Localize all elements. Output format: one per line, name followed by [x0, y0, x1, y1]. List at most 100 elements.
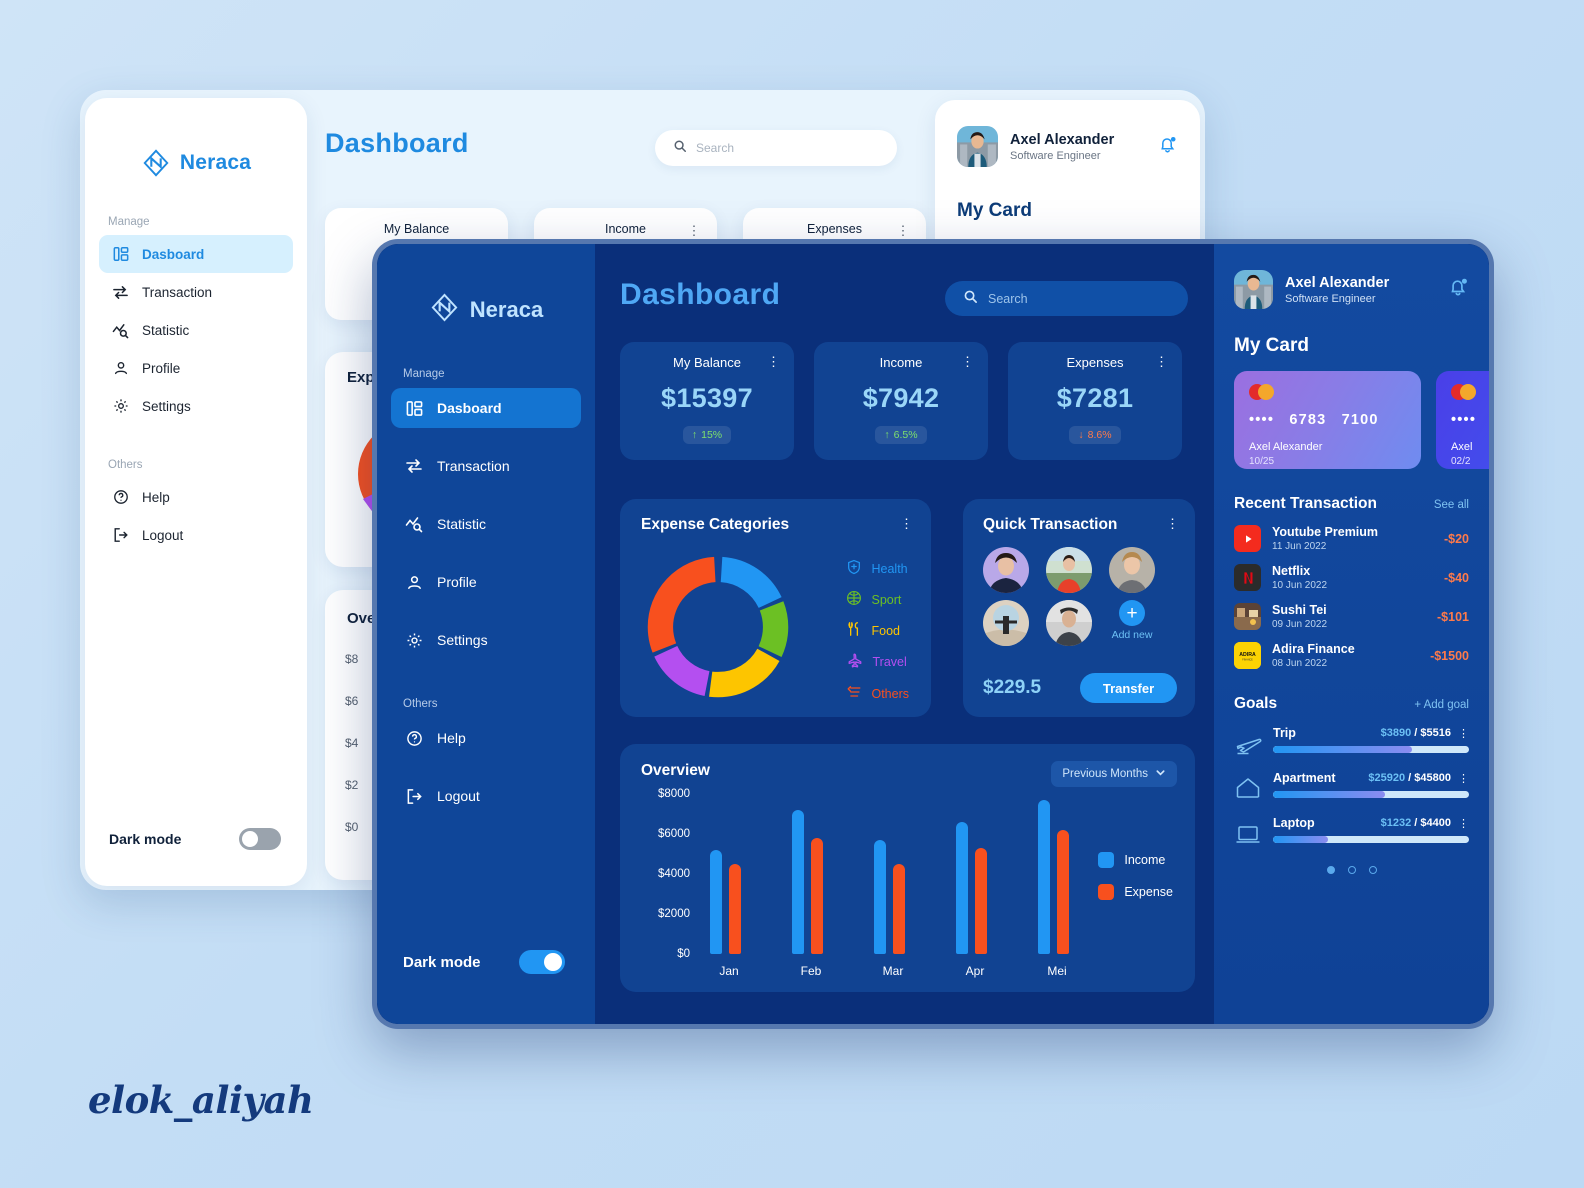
- sidebar-item-dashboard[interactable]: Dasboard: [99, 235, 293, 273]
- kebab-menu-icon[interactable]: ⋮: [961, 355, 974, 368]
- sidebar-item-help[interactable]: Help: [391, 718, 581, 758]
- dark-mode-label: Dark mode: [109, 831, 182, 847]
- dark-mode-label: Dark mode: [403, 953, 481, 971]
- kebab-menu-icon[interactable]: ⋮: [1458, 727, 1469, 740]
- kebab-menu-icon[interactable]: ⋮: [1166, 517, 1179, 530]
- search-input[interactable]: Search: [945, 281, 1188, 316]
- app-logo-text: Neraca: [469, 297, 544, 322]
- transaction-row[interactable]: Sushi Tei 09 Jun 2022 -$101: [1234, 603, 1469, 630]
- stat-card-delta: 6.5%: [893, 429, 918, 441]
- stat-card-my-balance[interactable]: ⋮ My Balance $15397 ↑ 15%: [620, 342, 794, 460]
- kebab-menu-icon[interactable]: ⋮: [900, 517, 913, 530]
- goal-row[interactable]: Laptop $1232 / $4400 ⋮: [1234, 816, 1469, 848]
- kebab-menu-icon[interactable]: ⋮: [1458, 772, 1469, 785]
- add-goal-button[interactable]: + Add goal: [1414, 699, 1469, 711]
- light-sidebar: Neraca Manage Dasboard Transaction Stati…: [85, 98, 307, 886]
- credit-card[interactable]: •••• Axel 02/2: [1436, 371, 1489, 469]
- bar-income[interactable]: [874, 840, 886, 954]
- kebab-menu-icon[interactable]: ⋮: [688, 223, 702, 239]
- sidebar-item-label: Profile: [142, 360, 181, 376]
- bar-income[interactable]: [710, 850, 722, 954]
- card-carousel[interactable]: •••• 6783 7100 Axel Alexander 10/25 ••••…: [1234, 371, 1489, 469]
- add-new-label: Add new: [1111, 629, 1153, 641]
- legend-item-others[interactable]: Others: [846, 684, 909, 703]
- carousel-dot[interactable]: [1368, 866, 1377, 874]
- bar-expense[interactable]: [975, 848, 987, 954]
- contact-avatar[interactable]: [983, 600, 1029, 646]
- axis-tick-label: $8: [345, 652, 359, 666]
- transaction-row[interactable]: Netflix 10 Jun 2022 -$40: [1234, 564, 1469, 591]
- legend-item-sport[interactable]: Sport: [846, 590, 909, 609]
- goal-amounts: $3890 / $5516: [1380, 727, 1451, 739]
- add-new-contact-button[interactable]: + Add new: [1109, 600, 1155, 646]
- card-number-group2: 7100: [1341, 412, 1379, 428]
- bar-income[interactable]: [1038, 800, 1050, 954]
- goal-name: Trip: [1273, 726, 1296, 740]
- dark-nav-others-label: Others: [403, 698, 438, 710]
- shield-plus-icon: [846, 559, 862, 578]
- notification-bell-icon[interactable]: [1447, 276, 1469, 303]
- adira-icon: ADIRA FINANCE: [1234, 642, 1261, 669]
- recent-transaction-header: Recent Transaction See all: [1234, 495, 1469, 513]
- sidebar-item-label: Settings: [142, 398, 191, 414]
- bar-expense[interactable]: [811, 838, 823, 954]
- avatar[interactable]: [1234, 270, 1273, 309]
- goal-row[interactable]: Trip $3890 / $5516 ⋮: [1234, 726, 1469, 758]
- panel-title: Quick Transaction: [983, 516, 1118, 533]
- expense-donut-chart: [647, 556, 789, 698]
- contact-avatar[interactable]: [1109, 547, 1155, 593]
- bar-expense[interactable]: [1057, 830, 1069, 954]
- notification-bell-icon[interactable]: [1157, 134, 1178, 160]
- sidebar-item-profile[interactable]: Profile: [391, 562, 581, 602]
- kebab-menu-icon[interactable]: ⋮: [767, 355, 780, 368]
- sidebar-item-settings[interactable]: Settings: [391, 620, 581, 660]
- sidebar-item-settings[interactable]: Settings: [99, 387, 293, 425]
- sidebar-item-transaction[interactable]: Transaction: [391, 446, 581, 486]
- sidebar-item-help[interactable]: Help: [99, 478, 293, 516]
- stat-card-expenses[interactable]: ⋮ Expenses $7281 ↓ 8.6%: [1008, 342, 1182, 460]
- stat-card-income[interactable]: ⋮ Income $7942 ↑ 6.5%: [814, 342, 988, 460]
- legend-item-food[interactable]: Food: [846, 621, 909, 640]
- transaction-amount: -$40: [1443, 570, 1469, 585]
- sidebar-item-statistic[interactable]: Statistic: [391, 504, 581, 544]
- carousel-dot[interactable]: [1347, 866, 1356, 874]
- dark-mode-toggle[interactable]: [519, 950, 565, 974]
- search-icon: [963, 289, 978, 309]
- sidebar-item-dashboard[interactable]: Dasboard: [391, 388, 581, 428]
- sidebar-item-logout[interactable]: Logout: [99, 516, 293, 554]
- sidebar-item-transaction[interactable]: Transaction: [99, 273, 293, 311]
- bar-income[interactable]: [956, 822, 968, 954]
- kebab-menu-icon[interactable]: ⋮: [897, 223, 911, 239]
- goal-row[interactable]: Apartment $25920 / $45800 ⋮: [1234, 771, 1469, 803]
- mastercard-icon: [1249, 384, 1406, 400]
- carousel-dot[interactable]: [1326, 866, 1335, 874]
- legend-item-health[interactable]: Health: [846, 559, 909, 578]
- transaction-name: Adira Finance: [1272, 642, 1355, 656]
- period-select[interactable]: Previous Months: [1051, 761, 1177, 787]
- dashboard-icon: [405, 399, 423, 417]
- see-all-link[interactable]: See all: [1434, 499, 1469, 511]
- legend-item-travel[interactable]: Travel: [846, 652, 909, 672]
- sidebar-item-profile[interactable]: Profile: [99, 349, 293, 387]
- axis-tick-label: Apr: [965, 964, 985, 978]
- dark-mode-toggle[interactable]: [239, 828, 281, 850]
- contact-avatar[interactable]: [1046, 600, 1092, 646]
- search-bar[interactable]: Search: [655, 130, 897, 166]
- transfer-button[interactable]: Transfer: [1080, 673, 1177, 703]
- watermark: elok_aliyah: [88, 1078, 314, 1122]
- sidebar-item-logout[interactable]: Logout: [391, 776, 581, 816]
- transaction-row[interactable]: ADIRA FINANCE Adira Finance 08 Jun 2022 -…: [1234, 642, 1469, 669]
- kebab-menu-icon[interactable]: ⋮: [1458, 817, 1469, 830]
- kebab-menu-icon[interactable]: ⋮: [1155, 355, 1168, 368]
- contact-avatar[interactable]: [1046, 547, 1092, 593]
- transaction-date: 10 Jun 2022: [1272, 580, 1328, 591]
- credit-card[interactable]: •••• 6783 7100 Axel Alexander 10/25: [1234, 371, 1421, 469]
- sidebar-item-statistic[interactable]: Statistic: [99, 311, 293, 349]
- transaction-row[interactable]: Youtube Premium 11 Jun 2022 -$20: [1234, 525, 1469, 552]
- bar-expense[interactable]: [893, 864, 905, 954]
- help-icon: [405, 729, 423, 747]
- contact-avatar[interactable]: [983, 547, 1029, 593]
- bar-expense[interactable]: [729, 864, 741, 954]
- transfer-icon: [112, 284, 129, 301]
- bar-income[interactable]: [792, 810, 804, 954]
